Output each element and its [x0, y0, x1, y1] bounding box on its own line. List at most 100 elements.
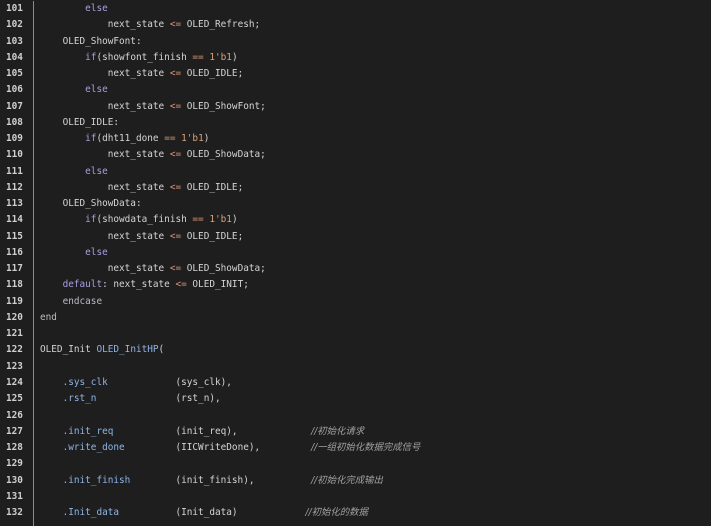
code-line[interactable]: 102 next_state <= OLED_Refresh; — [0, 17, 711, 33]
line-code: .rst_n (rst_n), — [40, 391, 221, 407]
code-line[interactable]: 115 next_state <= OLED_IDLE; — [0, 229, 711, 245]
identifier-token: OLED_IDLE: — [62, 116, 120, 128]
identifier-token: ) — [231, 51, 238, 63]
identifier-token: next_state — [107, 149, 170, 161]
code-line[interactable]: 123 — [0, 359, 711, 375]
code-line[interactable]: 126 — [0, 408, 711, 424]
code-line[interactable]: 110 next_state <= OLED_ShowData; — [0, 147, 711, 163]
line-number: 124 — [6, 376, 23, 388]
code-line[interactable]: 131 — [0, 489, 711, 505]
identifier-token: OLED_ShowFont; — [181, 100, 266, 112]
code-line[interactable]: 120 end — [0, 310, 711, 326]
number-token: 1'b1 — [181, 133, 204, 145]
code-line[interactable]: 129 — [0, 456, 711, 472]
line-code: else — [40, 1, 108, 17]
code-editor[interactable]: 101 else 102 next_state <= OLED_Refresh; 1… — [0, 1, 711, 526]
keyword-token: default — [62, 279, 103, 291]
line-number: 108 — [6, 116, 23, 128]
code-line[interactable]: 107 next_state <= OLED_ShowFont; — [0, 99, 711, 115]
line-number: 114 — [6, 214, 23, 226]
line-number: 129 — [6, 458, 23, 470]
code-line[interactable]: 122 OLED_Init OLED_InitHP( — [0, 342, 711, 358]
identifier-token: (IICWriteDone), — [175, 442, 261, 454]
line-code: end — [40, 310, 57, 326]
keyword-token: else — [85, 246, 108, 258]
line-number: 102 — [6, 19, 23, 31]
identifier-token: (init_req), — [175, 425, 238, 437]
port-name-token: .rst_n — [62, 393, 97, 405]
operator-token: == — [192, 51, 204, 63]
code-line[interactable]: 127 .init_req (init_req), //初始化请求 — [0, 424, 711, 440]
comment-token: //初始化完成输出 — [310, 474, 383, 486]
line-number: 101 — [6, 3, 23, 14]
identifier-token: (Init_data) — [175, 507, 238, 519]
line-number: 120 — [6, 311, 23, 323]
line-number: 119 — [6, 295, 23, 307]
identifier-token: OLED_ShowData; — [181, 149, 266, 161]
line-number: 113 — [6, 198, 23, 210]
instance-name-token: OLED_InitHP — [96, 344, 159, 356]
code-line[interactable]: 128 .write_done (IICWriteDone), //一组初始化数… — [0, 440, 711, 456]
comment-token: //初始化请求 — [310, 425, 365, 437]
keyword-token: else — [85, 84, 108, 96]
code-line[interactable]: 116 else — [0, 245, 711, 261]
number-token: 1'b1 — [209, 214, 232, 226]
code-line[interactable]: 113 OLED_ShowData: — [0, 196, 711, 212]
identifier-token: OLED_INIT; — [186, 279, 249, 291]
line-code: next_state <= OLED_IDLE; — [40, 229, 243, 245]
code-line[interactable]: 118 default: next_state <= OLED_INIT; — [0, 277, 711, 293]
identifier-token: next_state — [107, 100, 170, 112]
line-number: 117 — [6, 263, 23, 275]
code-line[interactable]: 109 if(dht11_done == 1'b1) — [0, 131, 711, 147]
operator-token: <= — [169, 19, 182, 31]
identifier-token: (rst_n), — [175, 393, 221, 405]
line-code: .init_req (init_req), //初始化请求 — [40, 424, 365, 440]
code-line[interactable]: 108 OLED_IDLE: — [0, 115, 711, 131]
port-name-token: .write_done — [62, 442, 125, 454]
operator-token: == — [192, 214, 204, 226]
code-line[interactable]: 117 next_state <= OLED_ShowData; — [0, 261, 711, 277]
line-code: else — [40, 245, 108, 261]
code-line[interactable]: 114 if(showdata_finish == 1'b1) — [0, 212, 711, 228]
code-line[interactable]: 130 .init_finish (init_finish), //初始化完成输… — [0, 473, 711, 489]
code-line[interactable]: 101 else — [0, 1, 711, 17]
identifier-token: OLED_Init — [40, 344, 97, 356]
line-code: .write_done (IICWriteDone), //一组初始化数据完成信… — [40, 440, 421, 456]
keyword-token: if — [85, 133, 97, 145]
code-line[interactable]: 103 OLED_ShowFont: — [0, 34, 711, 50]
code-line[interactable]: 125 .rst_n (rst_n), — [0, 391, 711, 407]
code-line[interactable]: 104 if(showfont_finish == 1'b1) — [0, 50, 711, 66]
code-line[interactable]: 112 next_state <= OLED_IDLE; — [0, 180, 711, 196]
line-number: 131 — [6, 490, 23, 502]
code-line[interactable]: 124 .sys_clk (sys_clk), — [0, 375, 711, 391]
line-code: else — [40, 82, 108, 98]
code-line[interactable]: 105 next_state <= OLED_IDLE; — [0, 66, 711, 82]
port-name-token: .init_finish — [62, 474, 131, 486]
identifier-token: ) — [231, 214, 238, 226]
line-code: .sys_clk (sys_clk), — [40, 375, 232, 391]
comment-token: //初始化的数据 — [305, 507, 368, 519]
code-line[interactable]: 111 else — [0, 164, 711, 180]
line-code: OLED_ShowData: — [40, 196, 142, 212]
line-number: 122 — [6, 344, 23, 356]
code-line[interactable]: 121 — [0, 326, 711, 342]
identifier-token: OLED_ShowData: — [62, 198, 142, 210]
code-line[interactable]: 119 endcase — [0, 294, 711, 310]
code-line[interactable]: 132 .Init_data (Init_data) //初始化的数据 — [0, 505, 711, 521]
code-line[interactable]: 106 else — [0, 82, 711, 98]
line-number: 121 — [6, 328, 23, 340]
line-code: next_state <= OLED_Refresh; — [40, 17, 260, 33]
